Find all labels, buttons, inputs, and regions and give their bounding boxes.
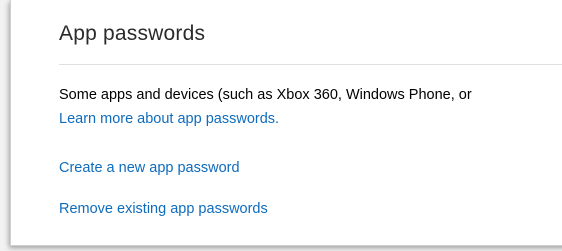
title-divider xyxy=(59,64,562,65)
section-description: Some apps and devices (such as Xbox 360,… xyxy=(59,87,472,103)
remove-app-passwords-link[interactable]: Remove existing app passwords xyxy=(59,201,268,217)
section-title: App passwords xyxy=(59,22,206,45)
app-passwords-panel: App passwords Some apps and devices (suc… xyxy=(10,0,562,246)
create-app-password-link[interactable]: Create a new app password xyxy=(59,160,240,176)
learn-more-link[interactable]: Learn more about app passwords. xyxy=(59,111,279,127)
